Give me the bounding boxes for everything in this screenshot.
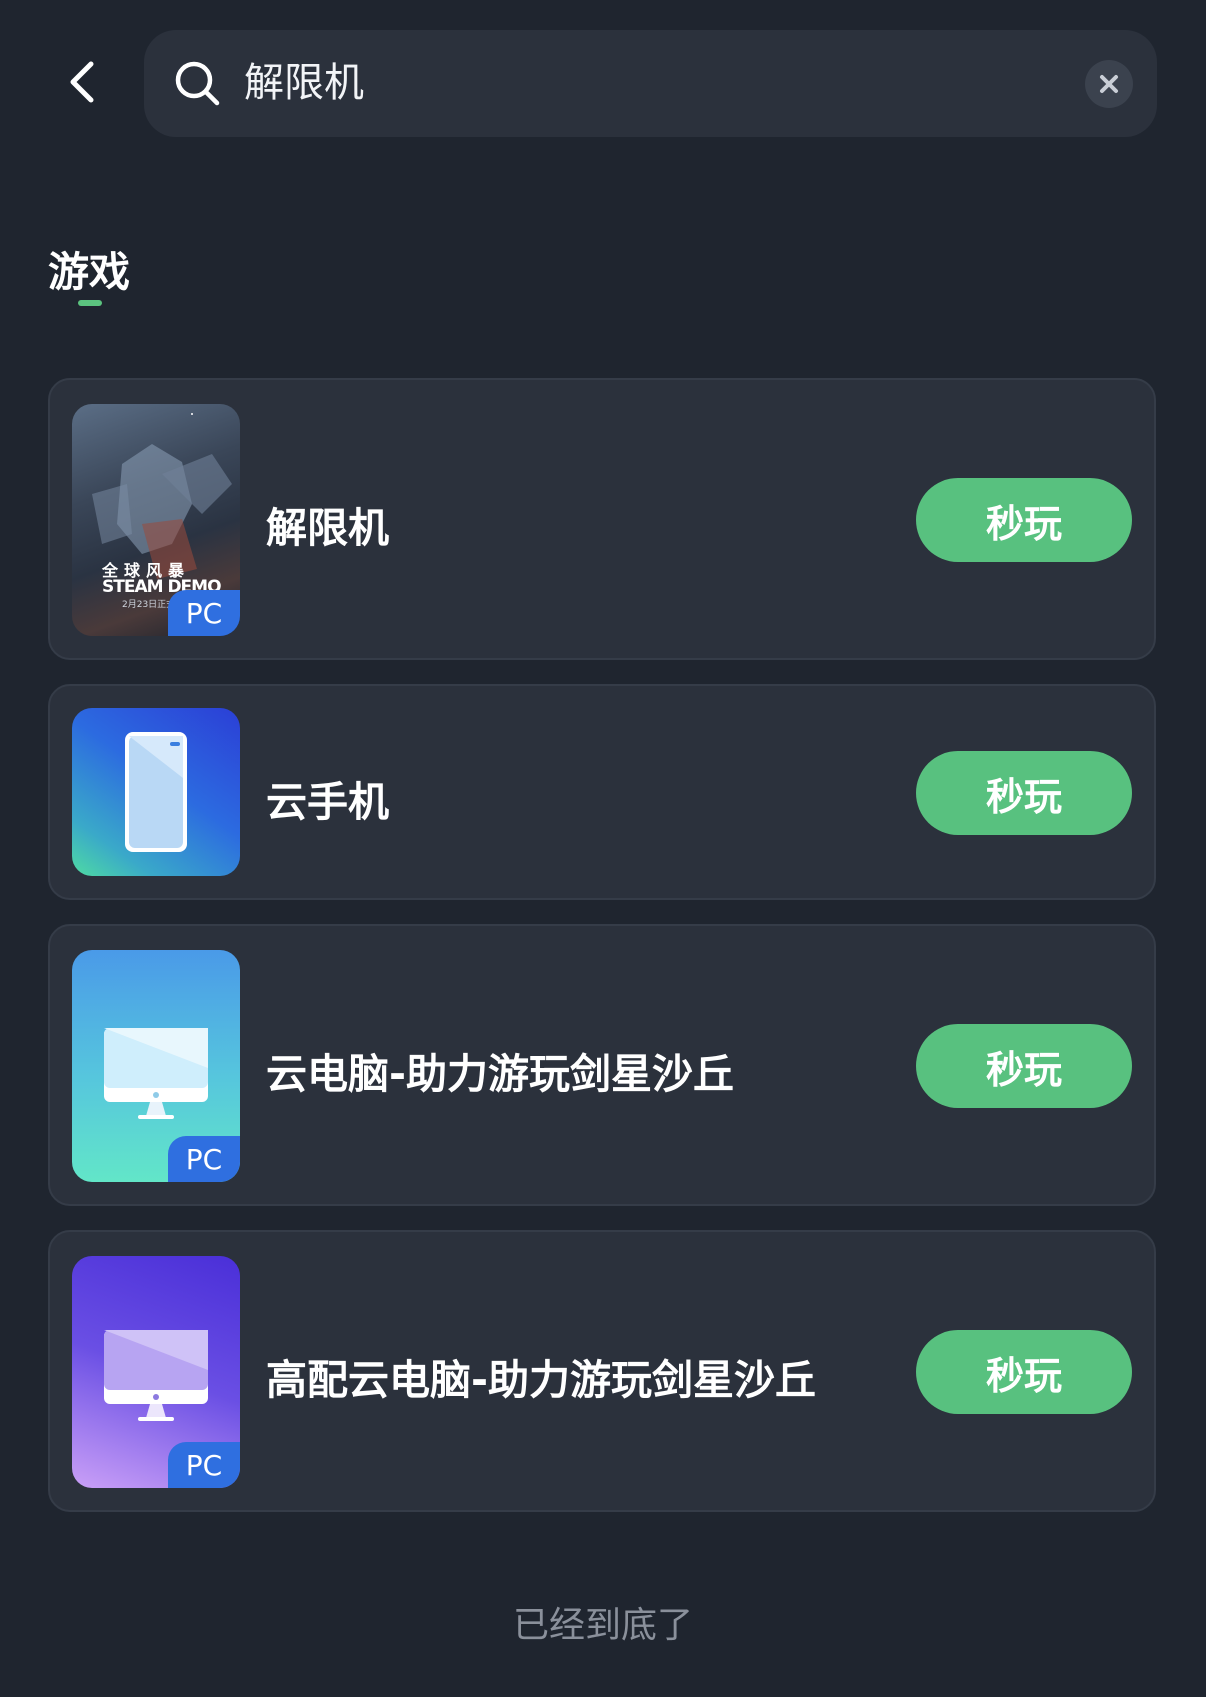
- result-card[interactable]: 全球风暴 STEAM DEMO 2月23日正式 PC 解限机 秒玩: [48, 378, 1156, 660]
- instant-play-button[interactable]: 秒玩: [916, 751, 1132, 835]
- instant-play-button[interactable]: 秒玩: [916, 478, 1132, 562]
- result-card[interactable]: PC 高配云电脑-助力游玩剑星沙丘 秒玩: [48, 1230, 1156, 1512]
- end-of-list-text: 已经到底了: [512, 1605, 693, 1646]
- back-button[interactable]: [52, 52, 112, 112]
- chevron-left-icon: [70, 61, 94, 103]
- search-icon: [175, 61, 220, 106]
- pc-badge: PC: [168, 1136, 240, 1182]
- game-title: 云手机: [266, 778, 389, 826]
- instant-play-button[interactable]: 秒玩: [916, 1024, 1132, 1108]
- desktop-monitor-icon: PC: [72, 950, 240, 1182]
- close-icon: [1100, 75, 1118, 93]
- pc-badge: PC: [168, 1442, 240, 1488]
- result-card[interactable]: 云手机 秒玩: [48, 684, 1156, 900]
- game-poster-icon: 全球风暴 STEAM DEMO 2月23日正式 PC: [72, 404, 240, 636]
- pc-badge: PC: [168, 590, 240, 636]
- clear-search-button[interactable]: [1085, 60, 1133, 108]
- instant-play-button[interactable]: 秒玩: [916, 1330, 1132, 1414]
- tab-active-indicator: [78, 300, 102, 306]
- tab-games[interactable]: 游戏: [48, 238, 130, 298]
- game-title: 云电脑-助力游玩剑星沙丘: [266, 1050, 735, 1098]
- result-card[interactable]: PC 云电脑-助力游玩剑星沙丘 秒玩: [48, 924, 1156, 1206]
- search-results-page: 游戏 全球风暴 STEAM DEMO 2月23日正式 PC 解限机 秒玩: [0, 0, 1206, 1697]
- game-title: 高配云电脑-助力游玩剑星沙丘: [266, 1356, 817, 1404]
- game-title: 解限机: [266, 504, 389, 552]
- search-bar: [144, 30, 1157, 137]
- phone-icon: [72, 708, 240, 876]
- search-input[interactable]: [244, 52, 1024, 114]
- phone-illustration: [125, 732, 187, 852]
- desktop-monitor-icon: PC: [72, 1256, 240, 1488]
